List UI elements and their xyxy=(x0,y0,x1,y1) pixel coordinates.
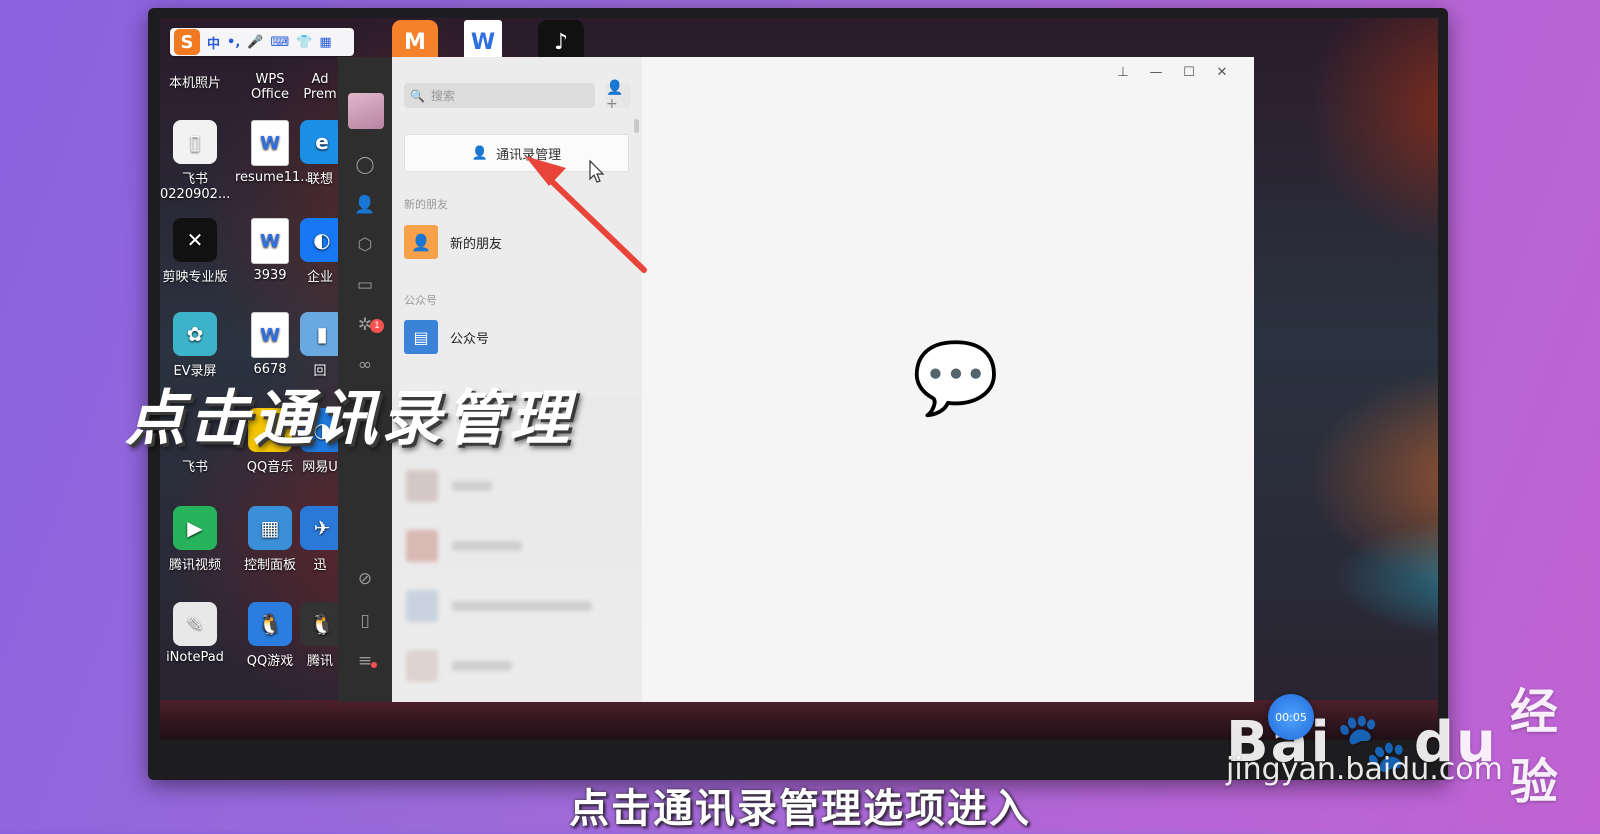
overlay-title: 点击通讯录管理 xyxy=(125,384,573,454)
baidu-watermark: Bai 🐾 du 经验 xyxy=(1226,684,1560,810)
timer-badge: 00:05 xyxy=(1268,694,1314,740)
baidu-url: jingyan.baidu.com xyxy=(1226,752,1503,787)
mouse-cursor-icon xyxy=(589,159,605,183)
